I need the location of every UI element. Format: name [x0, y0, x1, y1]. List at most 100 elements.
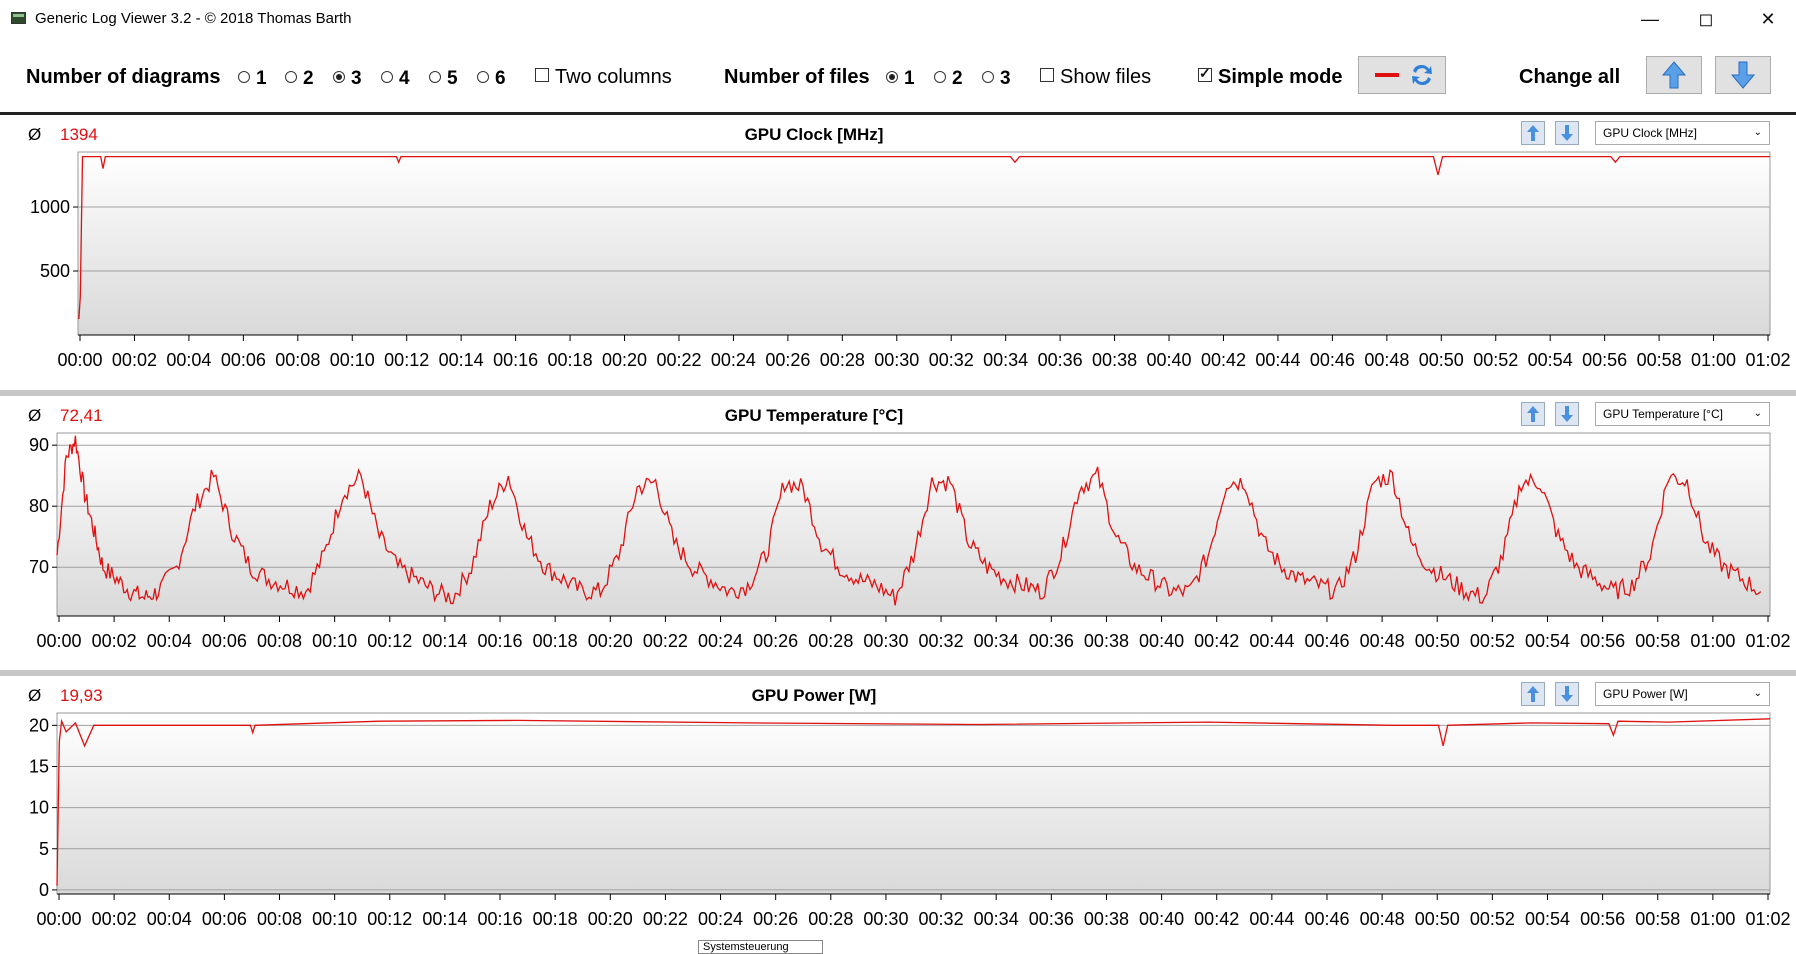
maximize-button[interactable]: ◻	[1678, 0, 1734, 38]
x-tick-label: 00:44	[1255, 350, 1300, 370]
x-tick-label: 01:00	[1691, 350, 1736, 370]
x-tick-label: 00:42	[1194, 909, 1239, 929]
radio-dot	[934, 71, 946, 83]
y-tick-label: 90	[29, 435, 49, 455]
y-tick-label: 80	[29, 496, 49, 516]
title-bar: Generic Log Viewer 3.2 - © 2018 Thomas B…	[0, 0, 1796, 38]
x-tick-label: 00:24	[711, 350, 756, 370]
arrow-down-icon	[1730, 61, 1756, 89]
change-all-down-button[interactable]	[1715, 56, 1771, 94]
x-tick-label: 00:48	[1360, 909, 1405, 929]
toolbar: Number of diagrams 1 2 3 4 5 6 Two colum…	[0, 38, 1796, 113]
plot-area	[77, 151, 1771, 336]
x-tick-label: 00:30	[863, 909, 908, 929]
x-tick-label: 00:50	[1415, 909, 1460, 929]
y-tick-label: 10	[29, 798, 49, 818]
file-radio-1[interactable]: 1	[886, 68, 915, 90]
x-tick-label: 00:26	[765, 350, 810, 370]
x-tick-label: 00:18	[548, 350, 593, 370]
x-tick-label: 00:42	[1201, 350, 1246, 370]
diagram-radio-6[interactable]: 6	[477, 68, 506, 90]
two-columns-checkbox[interactable]: Two columns	[535, 66, 672, 89]
x-tick-label: 00:30	[874, 350, 919, 370]
x-tick-label: 00:52	[1470, 909, 1515, 929]
x-tick-label: 00:44	[1249, 631, 1294, 651]
x-tick-label: 00:40	[1147, 350, 1192, 370]
y-tick-label: 5	[39, 839, 49, 859]
x-tick-label: 00:32	[919, 631, 964, 651]
gpu-clock-chart: 500 1000 00:00 00:02 00:04 00:06 00:08 00:10 00:…	[30, 151, 1791, 370]
arrow-up-icon	[1661, 61, 1687, 89]
x-tick-label: 00:32	[929, 350, 974, 370]
radio-label: 1	[904, 68, 915, 89]
line-color-refresh-button[interactable]	[1358, 56, 1446, 94]
x-tick-label: 00:10	[312, 631, 357, 651]
radio-dot	[381, 71, 393, 83]
x-tick-label: 00:02	[112, 350, 157, 370]
diagram-radio-4[interactable]: 4	[381, 68, 410, 90]
x-tick-label: 00:26	[753, 631, 798, 651]
x-tick-label: 00:02	[92, 909, 137, 929]
x-tick-label: 00:56	[1582, 350, 1627, 370]
x-tick-label: 00:34	[974, 631, 1019, 651]
x-tick-label: 00:20	[588, 631, 633, 651]
close-button[interactable]: ✕	[1740, 0, 1796, 38]
change-all-up-button[interactable]	[1646, 56, 1702, 94]
radio-label: 2	[303, 68, 314, 89]
diagram-radio-3[interactable]: 3	[333, 68, 362, 90]
diagram-radio-2[interactable]: 2	[285, 68, 314, 90]
show-files-checkbox[interactable]: Show files	[1040, 66, 1151, 89]
radio-dot	[982, 71, 994, 83]
x-tick-label: 00:02	[92, 631, 137, 651]
radio-label: 1	[256, 68, 267, 89]
x-tick-label: 00:38	[1084, 631, 1129, 651]
radio-dot	[285, 71, 297, 83]
x-tick-label: 00:14	[422, 909, 467, 929]
diagram-panel-gpu-clock: Ø 1394 GPU Clock [MHz] GPU Clock [MHz] ⌄ …	[0, 115, 1796, 390]
gpu-power-chart: 0 5 10 15 20 00:00 00:02 00:04 00:06 00:08 00:10 00…	[29, 712, 1791, 929]
x-tick-label: 00:50	[1419, 350, 1464, 370]
x-tick-label: 00:12	[384, 350, 429, 370]
x-tick-label: 00:08	[257, 631, 302, 651]
x-tick-label: 00:12	[367, 631, 412, 651]
x-tick-label: 00:24	[698, 909, 743, 929]
x-tick-label: 00:32	[919, 909, 964, 929]
x-tick-label: 00:46	[1304, 909, 1349, 929]
x-tick-label: 00:38	[1084, 909, 1129, 929]
radio-dot	[238, 71, 250, 83]
file-radio-2[interactable]: 2	[934, 68, 963, 90]
x-tick-label: 00:40	[1139, 909, 1184, 929]
x-tick-label: 01:00	[1690, 909, 1735, 929]
x-tick-label: 00:06	[202, 909, 247, 929]
x-tick-label: 00:34	[974, 909, 1019, 929]
x-tick-label: 00:44	[1249, 909, 1294, 929]
y-tick-label: 0	[39, 880, 49, 900]
x-tick-label: 00:12	[367, 909, 412, 929]
radio-dot-selected	[886, 71, 898, 83]
checkbox-label: Two columns	[555, 66, 672, 88]
file-radio-3[interactable]: 3	[982, 68, 1011, 90]
x-tick-label: 00:54	[1528, 350, 1573, 370]
x-tick-label: 00:00	[36, 631, 81, 651]
radio-dot	[477, 71, 489, 83]
x-tick-label: 01:00	[1690, 631, 1735, 651]
radio-label: 5	[447, 68, 458, 89]
minimize-button[interactable]: —	[1622, 0, 1678, 38]
x-tick-label: 00:56	[1580, 909, 1625, 929]
x-tick-label: 00:14	[439, 350, 484, 370]
x-tick-label: 00:42	[1194, 631, 1239, 651]
x-tick-label: 00:50	[1415, 631, 1460, 651]
diagram-panel-gpu-temperature: Ø 72,41 GPU Temperature [°C] GPU Tempera…	[0, 396, 1796, 670]
simple-mode-checkbox[interactable]: Simple mode	[1198, 65, 1342, 89]
x-tick-label: 00:28	[808, 631, 853, 651]
radio-label: 3	[351, 68, 362, 89]
radio-dot	[429, 71, 441, 83]
x-tick-label: 00:28	[808, 909, 853, 929]
plot-area	[56, 712, 1771, 895]
x-tick-label: 00:48	[1360, 631, 1405, 651]
x-tick-label: 00:04	[166, 350, 211, 370]
change-all-label: Change all	[1519, 66, 1621, 88]
y-tick-label: 70	[29, 557, 49, 577]
diagram-radio-5[interactable]: 5	[429, 68, 458, 90]
diagram-radio-1[interactable]: 1	[238, 68, 267, 90]
